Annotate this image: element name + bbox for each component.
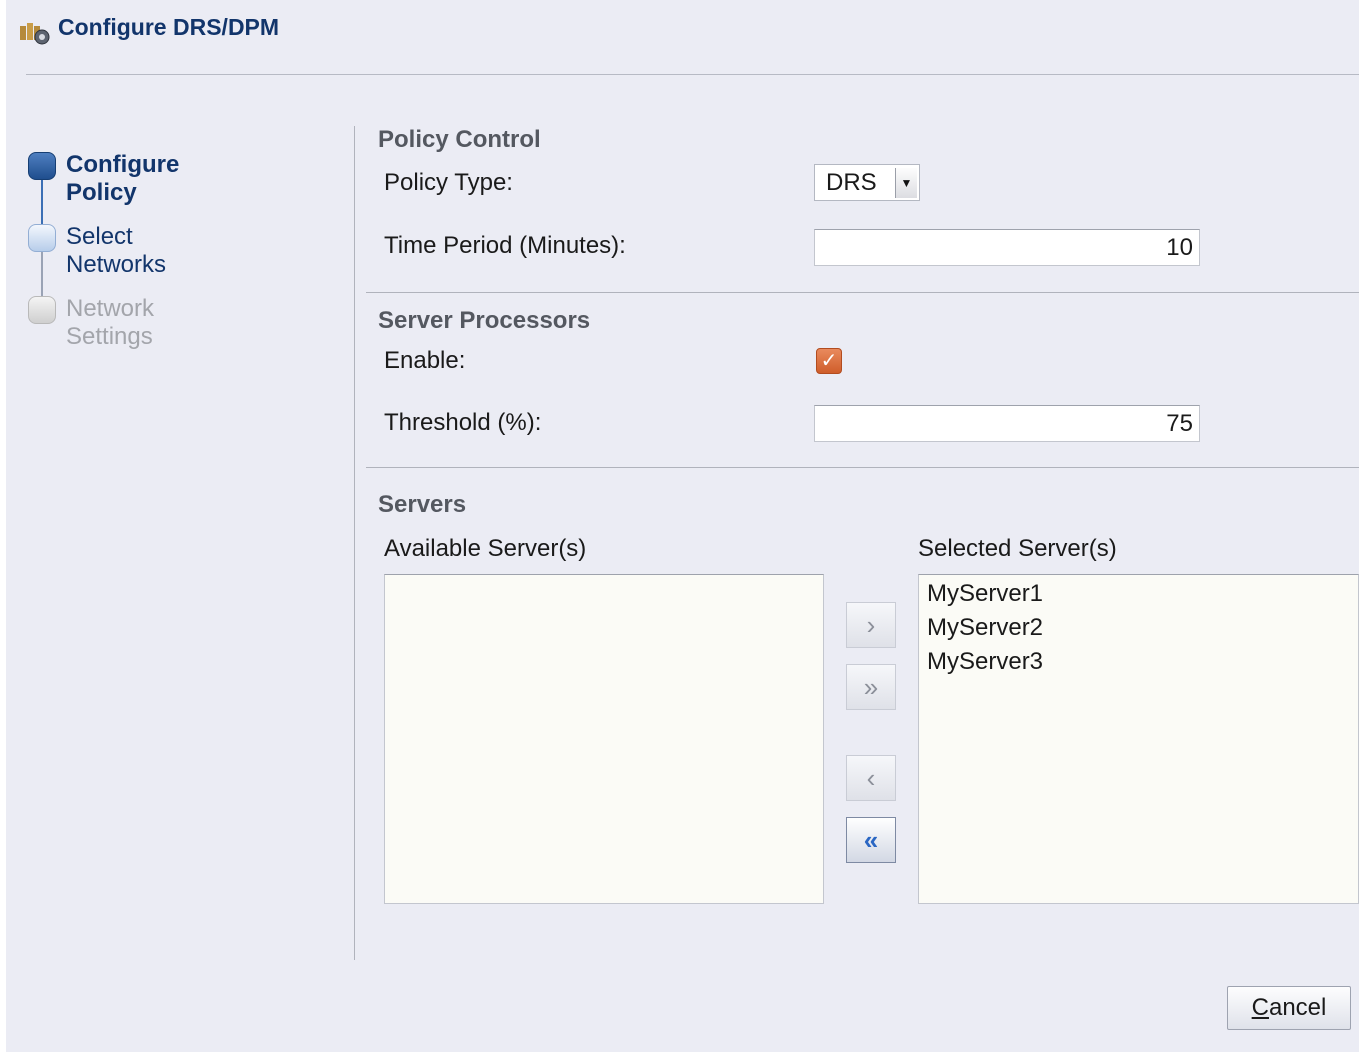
threshold-label: Threshold (%):: [384, 409, 542, 436]
time-period-input[interactable]: [814, 229, 1200, 266]
section-divider: [366, 292, 1359, 293]
step-indicator-disabled: [28, 296, 56, 324]
chevron-right-icon: ›: [866, 610, 876, 640]
servers-heading: Servers: [378, 491, 467, 518]
list-item[interactable]: MyServer3: [919, 645, 1358, 679]
move-left-button[interactable]: ‹: [846, 755, 896, 801]
step-select-networks[interactable]: Select Networks: [66, 223, 166, 279]
chevron-left-icon: ‹: [866, 763, 876, 793]
dialog-title: Configure DRS/DPM: [58, 14, 280, 40]
available-servers-label: Available Server(s): [384, 535, 587, 562]
move-right-button[interactable]: ›: [846, 602, 896, 648]
threshold-input[interactable]: [814, 405, 1200, 442]
step-network-settings: Network Settings: [66, 295, 155, 350]
time-period-label: Time Period (Minutes):: [384, 232, 626, 259]
available-servers-list[interactable]: [384, 574, 824, 904]
step-connector: [41, 178, 43, 228]
cancel-button[interactable]: Cancel: [1227, 986, 1351, 1030]
step-configure-policy[interactable]: Configure Policy: [66, 151, 179, 207]
move-all-right-button[interactable]: »: [846, 664, 896, 710]
enable-label: Enable:: [384, 347, 466, 374]
chevron-down-icon[interactable]: ▼: [895, 168, 917, 198]
list-item[interactable]: MyServer2: [919, 611, 1358, 645]
selected-servers-label: Selected Server(s): [918, 535, 1117, 562]
cluster-settings-icon: [18, 18, 52, 46]
double-chevron-right-icon: »: [863, 672, 879, 702]
list-item[interactable]: MyServer1: [919, 577, 1358, 611]
move-all-left-button[interactable]: «: [846, 817, 896, 863]
policy-type-value: DRS: [826, 169, 877, 196]
cancel-mnemonic: C: [1251, 994, 1269, 1021]
policy-type-select[interactable]: DRS ▼: [814, 164, 920, 201]
title-divider: [26, 74, 1359, 75]
policy-type-label: Policy Type:: [384, 169, 513, 196]
dialog-titlebar: Configure DRS/DPM: [6, 0, 1359, 62]
step-connector: [41, 250, 43, 300]
cancel-label: ancel: [1268, 994, 1327, 1021]
selected-servers-list[interactable]: MyServer1 MyServer2 MyServer3: [918, 574, 1359, 904]
configure-drs-dpm-dialog: Configure DRS/DPM Configure Policy Selec…: [6, 0, 1359, 1052]
enable-checkbox[interactable]: ✓: [816, 348, 842, 374]
double-chevron-left-icon: «: [863, 825, 879, 855]
policy-control-heading: Policy Control: [378, 126, 541, 153]
server-processors-heading: Server Processors: [378, 307, 591, 334]
section-divider: [366, 467, 1359, 468]
step-indicator-next: [28, 224, 56, 252]
step-indicator-current: [28, 152, 56, 180]
steps-content-divider: [354, 126, 355, 960]
